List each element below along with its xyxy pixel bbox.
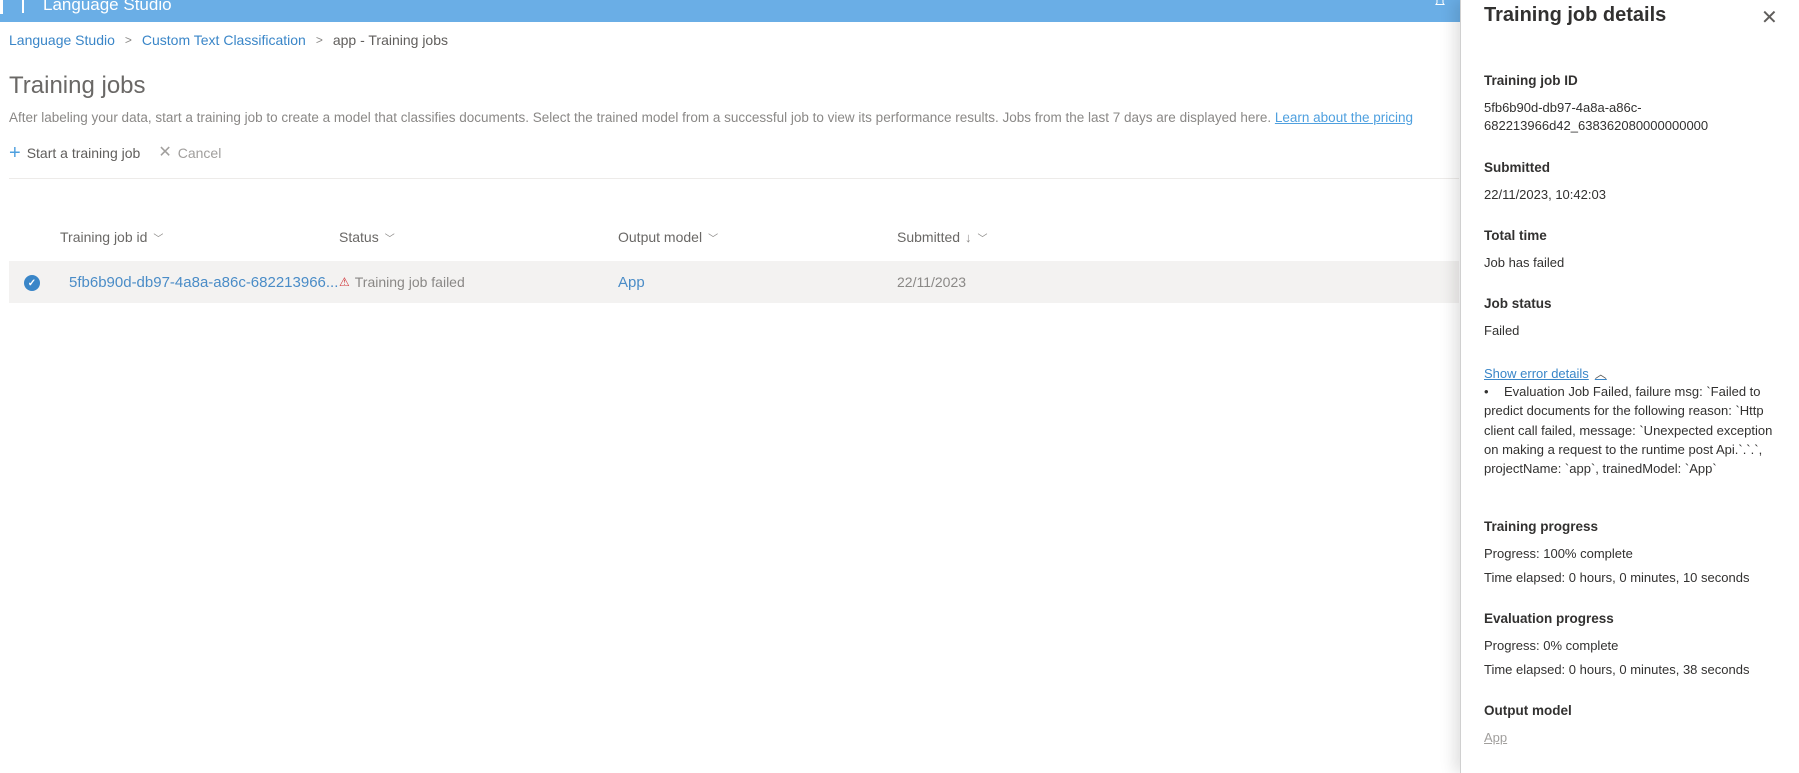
description-text: After labeling your data, start a traini… [9, 110, 1275, 125]
close-icon: ✕ [158, 144, 172, 161]
column-label: Output model [618, 229, 703, 245]
evaluation-progress-value: Progress: 0% complete [1484, 638, 1619, 653]
field-evaluation-progress: Evaluation progress Progress: 0% complet… [1484, 611, 1749, 679]
job-id-line: 682213966d42_638362080000000000 [1484, 118, 1709, 133]
close-icon[interactable]: ✕ [1761, 5, 1778, 30]
status-cell: ⚠ Training job failed [339, 274, 465, 290]
column-label: Training job id [60, 229, 148, 245]
start-training-job-button[interactable]: + Start a training job [9, 142, 141, 164]
chevron-right-icon: > [124, 33, 132, 47]
column-header-output-model[interactable]: Output model ﹀ [618, 229, 718, 245]
cancel-button[interactable]: ✕ Cancel [158, 144, 222, 162]
field-label: Submitted [1484, 160, 1550, 175]
warning-icon: ⚠ [339, 275, 350, 289]
output-model-link[interactable]: App [1484, 730, 1507, 745]
field-job-status: Job status Failed [1484, 296, 1552, 340]
field-total-time: Total time Job has failed [1484, 228, 1564, 272]
panel-title: Training job details [1484, 4, 1667, 26]
page-description: After labeling your data, start a traini… [9, 110, 1459, 125]
training-progress-value: Progress: 100% complete [1484, 546, 1633, 561]
field-training-progress: Training progress Progress: 100% complet… [1484, 519, 1749, 587]
cancel-label: Cancel [177, 145, 222, 161]
field-job-id: Training job ID 5fb6b90d-db97-4a8a-a86c-… [1484, 73, 1708, 135]
job-status-value: Failed [1484, 323, 1520, 338]
error-toggle-label: Show error details [1484, 366, 1589, 381]
field-label: Training job ID [1484, 73, 1578, 88]
page-title: Training jobs [9, 72, 146, 99]
column-label: Submitted [897, 229, 961, 245]
error-details: • Evaluation Job Failed, failure msg: `Fa… [1484, 382, 1784, 478]
start-training-job-label: Start a training job [26, 145, 141, 161]
page: Language Studio Language Studio > Custom… [0, 0, 1799, 773]
checkmark-icon[interactable]: ✓ [24, 275, 40, 291]
bullet: • [1484, 384, 1489, 399]
pricing-link[interactable]: Learn about the pricing [1275, 110, 1413, 125]
field-label: Training progress [1484, 519, 1599, 534]
breadcrumb-current: app - Training jobs [332, 32, 449, 48]
chevron-down-icon: ﹀ [153, 233, 164, 245]
submitted-value: 22/11/2023, 10:42:03 [1484, 187, 1606, 202]
column-label: Status [339, 229, 379, 245]
chevron-up-icon: ︿ [1594, 367, 1607, 381]
app-title[interactable]: Language Studio [43, 0, 172, 15]
training-job-details-panel: Training job details ✕ Training job ID 5… [1460, 0, 1799, 773]
training-elapsed-value: Time elapsed: 0 hours, 0 minutes, 10 sec… [1484, 570, 1750, 585]
total-time-value: Job has failed [1484, 255, 1565, 270]
breadcrumb-language-studio[interactable]: Language Studio [9, 32, 115, 48]
header-divider [22, 0, 24, 13]
job-id-line: 5fb6b90d-db97-4a8a-a86c- [1484, 100, 1642, 115]
column-header-status[interactable]: Status ﹀ [339, 229, 395, 245]
field-label: Total time [1484, 228, 1547, 243]
chevron-down-icon: ﹀ [708, 233, 719, 245]
table-row[interactable]: ✓ 5fb6b90d-db97-4a8a-a86c-682213966... ⚠… [9, 261, 1459, 303]
column-header-submitted[interactable]: Submitted ↓ ﹀ [897, 229, 988, 245]
show-error-details-link[interactable]: Show error details ︿ [1484, 365, 1607, 382]
sort-arrow-icon: ↓ [965, 229, 972, 245]
breadcrumb-custom-text-classification[interactable]: Custom Text Classification [142, 32, 306, 48]
job-id-link[interactable]: 5fb6b90d-db97-4a8a-a86c-682213966... [69, 274, 338, 291]
submitted-date: 22/11/2023 [897, 274, 967, 290]
output-model-link[interactable]: App [618, 274, 645, 291]
field-label: Output model [1484, 703, 1572, 718]
bell-icon[interactable] [1434, 0, 1448, 10]
status-text: Training job failed [354, 274, 465, 290]
breadcrumb: Language Studio > Custom Text Classifica… [9, 32, 448, 48]
error-message: Evaluation Job Failed, failure msg: `Fai… [1484, 384, 1773, 477]
field-label: Evaluation progress [1484, 611, 1614, 626]
job-id-value: 5fb6b90d-db97-4a8a-a86c- 682213966d42_63… [1484, 99, 1708, 135]
chevron-down-icon: ﹀ [384, 233, 395, 245]
field-output-model: Output model App [1484, 703, 1572, 747]
plus-icon: + [9, 142, 21, 164]
field-submitted: Submitted 22/11/2023, 10:42:03 [1484, 160, 1606, 204]
chevron-down-icon: ﹀ [977, 233, 988, 245]
command-bar: + Start a training job ✕ Cancel [9, 142, 1459, 179]
table-header: Training job id ﹀ Status ﹀ Output model … [9, 215, 1459, 255]
column-header-job-id[interactable]: Training job id ﹀ [60, 229, 163, 245]
main-content: Language Studio > Custom Text Classifica… [0, 22, 1460, 773]
evaluation-elapsed-value: Time elapsed: 0 hours, 0 minutes, 38 sec… [1484, 662, 1750, 677]
chevron-right-icon: > [315, 33, 323, 47]
menu-icon[interactable] [0, 0, 3, 14]
field-label: Job status [1484, 296, 1552, 311]
